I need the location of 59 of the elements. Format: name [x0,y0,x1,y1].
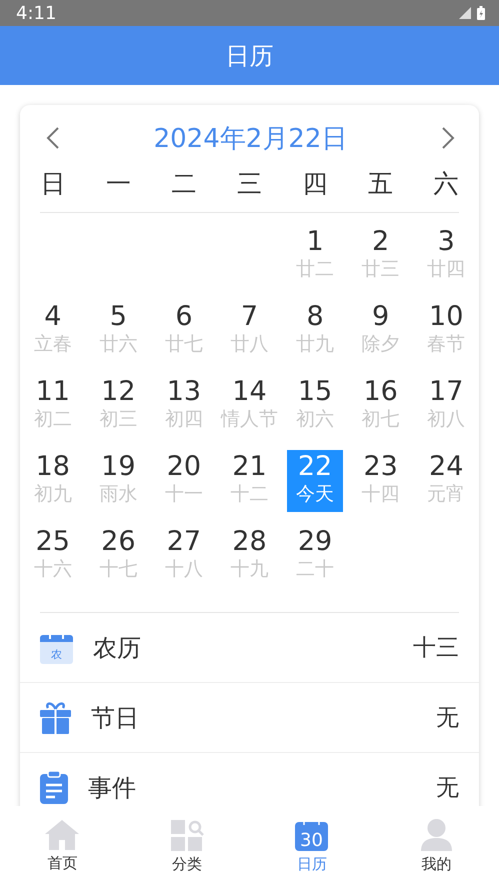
nav-tab[interactable]: 分类 [124,806,250,887]
gift-icon [40,701,71,734]
day-number: 4 [44,302,62,332]
day-number: 18 [36,452,70,482]
weekday-label: 六 [432,168,460,200]
weekday-label: 三 [236,168,263,200]
day-number: 27 [166,527,202,557]
day-number: 29 [298,527,332,557]
grid-search-icon [170,820,204,850]
chevron-right-icon[interactable] [440,126,455,150]
day-number: 12 [101,377,136,407]
detail-value: 无 [436,774,459,803]
calendar-icon-text: 农 [51,648,62,661]
day-number: 28 [232,527,267,557]
weekday-label: 日 [39,168,66,200]
day-number: 20 [166,452,202,482]
day-number: 15 [298,377,332,407]
signal-icon [459,7,471,19]
day-number: 2 [372,227,390,257]
nav-tab[interactable]: 首页 [0,806,125,887]
weekday-label: 四 [302,168,329,200]
calendar-icon-text: 30 [300,830,324,850]
person-icon [421,819,452,851]
screen-title: 日历 [226,40,274,72]
day-number: 9 [372,302,390,332]
chevron-left-icon[interactable] [46,126,60,150]
weekday-label: 五 [367,168,394,200]
day-number: 8 [306,302,324,332]
day-number: 11 [36,377,70,407]
month-title: 2024年2月22日 [154,122,348,156]
day-number: 19 [101,452,136,482]
detail-value: 十三 [413,634,459,663]
detail-label: 农历 [93,632,142,664]
day-number: 26 [101,527,136,557]
weekday-label: 二 [170,168,198,200]
day-number: 22 [298,452,332,482]
day-number: 10 [429,302,464,332]
day-number: 13 [166,377,202,407]
status-time: 4:11 [16,2,56,24]
weekday-label: 一 [104,168,132,200]
detail-label: 节日 [91,702,140,734]
day-number: 17 [429,377,464,407]
day-number: 21 [232,452,267,482]
detail-value: 无 [436,704,459,733]
day-number: 1 [306,227,324,257]
lunar-date: 今天 [296,482,334,506]
nav-tab[interactable]: 我的 [374,806,499,887]
day-number: 23 [363,452,398,482]
day-number: 16 [363,377,398,407]
day-number: 5 [110,302,127,332]
day-number: 24 [429,452,464,482]
day-number: 7 [240,302,258,332]
day-number: 25 [36,527,70,557]
home-icon [45,820,80,850]
day-number: 6 [175,302,193,332]
day-number: 14 [232,377,267,407]
detail-label: 事件 [88,772,137,804]
day-number: 3 [438,227,455,257]
battery-icon [477,6,485,20]
